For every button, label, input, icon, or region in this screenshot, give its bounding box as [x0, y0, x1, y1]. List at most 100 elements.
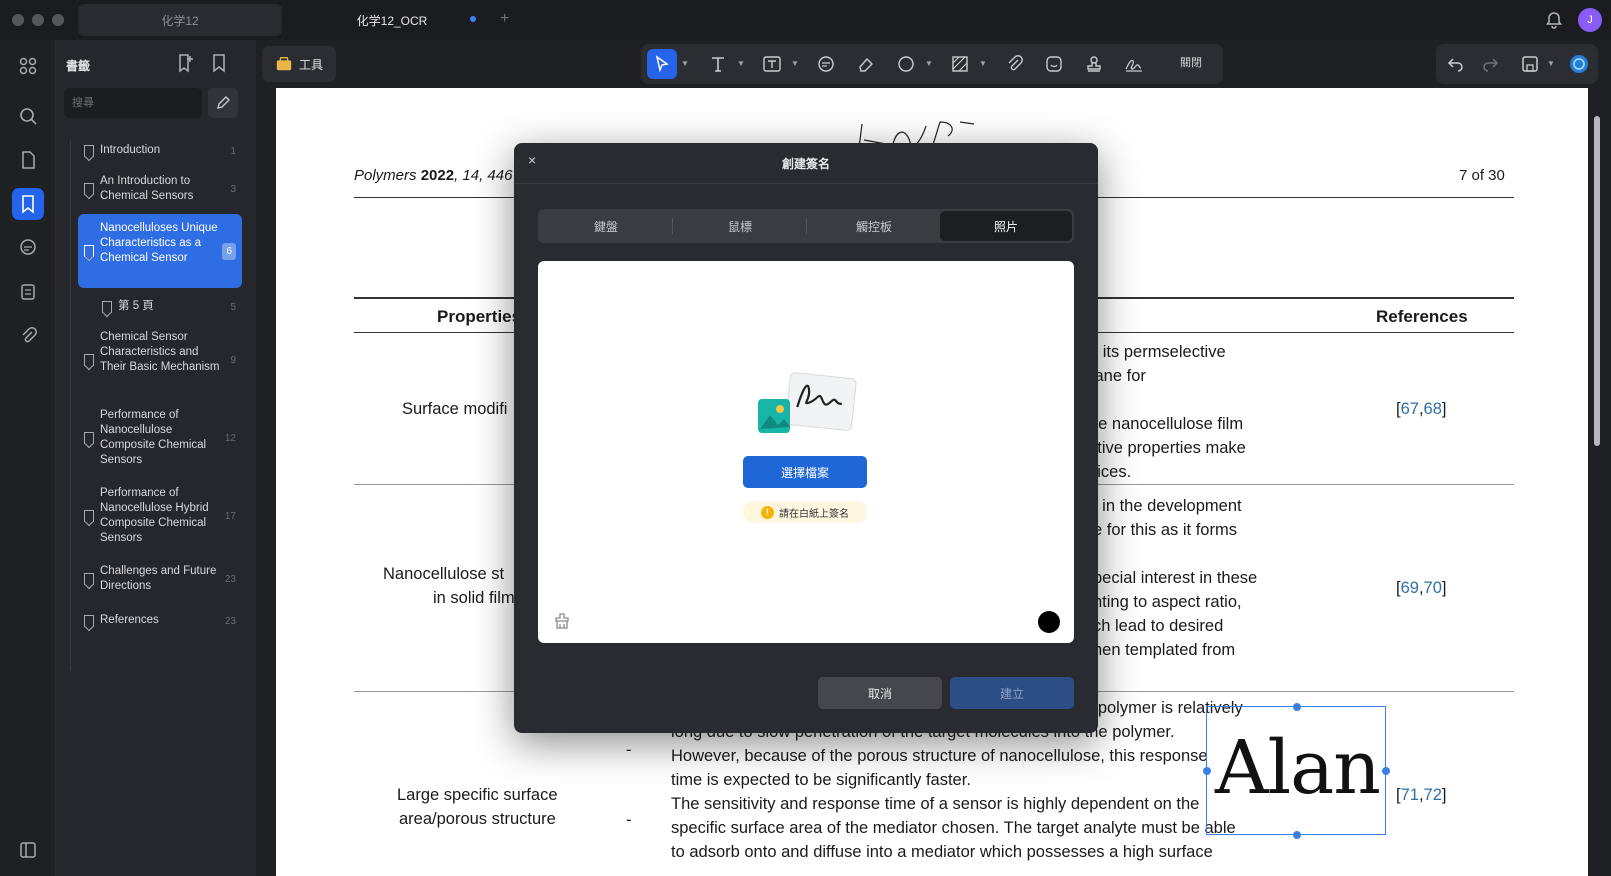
cursor-icon [655, 55, 669, 73]
choose-file-button[interactable]: 選擇檔案 [743, 456, 867, 488]
text-tool[interactable] [703, 49, 733, 79]
redo-icon[interactable] [1480, 54, 1500, 74]
cancel-button[interactable]: 取消 [818, 677, 942, 709]
bookmark-item-child[interactable]: 第 5 頁 5 [96, 296, 242, 318]
minimize-window-button[interactable] [32, 14, 44, 26]
stamp-tool[interactable] [1079, 49, 1109, 79]
tab-trackpad[interactable]: 觸控板 [808, 211, 940, 241]
tab-mouse[interactable]: 鼠標 [674, 211, 806, 241]
tab-document-ocr[interactable]: 化学12_OCR [292, 4, 492, 36]
select-tool[interactable] [647, 49, 677, 79]
citation-link[interactable]: 71 [1401, 786, 1419, 804]
textbox-tool[interactable] [757, 49, 787, 79]
note-tool[interactable] [811, 49, 841, 79]
bookmark-item[interactable]: Introduction 1 [78, 140, 242, 162]
attachment-icon[interactable] [12, 320, 44, 352]
row-text: t in the development e for this as it fo… [1093, 494, 1257, 662]
grid-icon[interactable] [12, 50, 44, 82]
close-toolbar-button[interactable]: 關閉 [1180, 54, 1202, 70]
bookmark-label: Introduction [100, 144, 161, 156]
sidebar-title: 書籤 [66, 59, 91, 73]
bookmark-page: 9 [230, 355, 236, 366]
resize-handle[interactable] [1382, 767, 1390, 775]
page-icon[interactable] [12, 144, 44, 176]
left-rail [0, 40, 56, 876]
citation-link[interactable]: 68 [1424, 400, 1442, 418]
tab-document[interactable]: 化学12 [78, 4, 282, 36]
chevron-down-icon[interactable]: ▼ [737, 59, 745, 68]
bookmark-item-selected[interactable]: Nanocelluloses Unique Characteristics as… [78, 214, 242, 288]
tools-button[interactable]: 工具 [262, 46, 336, 82]
citation-link[interactable]: 69 [1401, 579, 1419, 597]
bookmark-label: Nanocelluloses Unique Characteristics as… [100, 222, 218, 264]
bookmark-page: 12 [224, 433, 236, 444]
tree-guide [70, 140, 71, 670]
citation-link[interactable]: 70 [1424, 579, 1442, 597]
column-header-properties: Properties [437, 307, 522, 326]
journal-year: 2022 [420, 167, 455, 184]
text-line [1093, 542, 1257, 566]
resize-handle[interactable] [1203, 767, 1211, 775]
area-tool[interactable] [945, 49, 975, 79]
clear-icon[interactable] [552, 611, 572, 631]
bookmark-panel-icon[interactable] [12, 188, 44, 220]
citation-link[interactable]: 72 [1424, 786, 1442, 804]
bookmark-icon [84, 145, 94, 157]
bookmark-item[interactable]: An Introduction to Chemical Sensors 3 [78, 172, 242, 206]
resize-handle[interactable] [1293, 703, 1301, 711]
chevron-down-icon[interactable]: ▼ [681, 59, 689, 68]
attach-tool[interactable] [999, 49, 1029, 79]
bookmark-item[interactable]: Performance of Nanocellulose Hybrid Comp… [78, 484, 242, 548]
bookmark-item[interactable]: Chemical Sensor Characteristics and Thei… [78, 328, 242, 392]
row-references: [67,68] [1396, 400, 1447, 418]
create-button[interactable]: 建立 [950, 677, 1074, 709]
bookmark-label: Chemical Sensor Characteristics and Thei… [100, 331, 220, 373]
chevron-down-icon[interactable]: ▼ [925, 59, 933, 68]
text-line: to adsorb onto and diffuse into a mediat… [671, 843, 1213, 861]
text-line: nting to aspect ratio, [1093, 593, 1242, 611]
tab-keyboard[interactable]: 鍵盤 [540, 211, 672, 241]
bell-icon[interactable] [1544, 10, 1564, 30]
app-window: 化学12 化学12_OCR + J 書籤 搜尋 Introduction 1 A… [0, 0, 1611, 876]
edit-bookmarks-button[interactable] [208, 88, 238, 118]
comment-icon[interactable] [12, 232, 44, 264]
tab-label: 化学12_OCR [356, 13, 428, 28]
row-references: [71,72] [1396, 786, 1447, 804]
bookmark-icon[interactable] [208, 52, 230, 74]
tab-photo[interactable]: 照片 [940, 211, 1072, 241]
hint-badge: ! 請在白紙上簽名 [743, 501, 867, 523]
running-header: Polymers 2022, 14, 446 [354, 167, 513, 184]
citation-link[interactable]: 67 [1401, 400, 1419, 418]
toggle-sidebar-icon[interactable] [18, 840, 38, 860]
save-icon[interactable] [1520, 54, 1540, 74]
signature-canvas[interactable]: 選擇檔案 ! 請在白紙上簽名 [538, 261, 1074, 643]
resize-handle[interactable] [1293, 831, 1301, 839]
row-property-line2: area/porous structure [399, 810, 556, 828]
row-property: Large specific surface [397, 786, 558, 804]
bookmark-item[interactable]: Performance of Nanocellulose Composite C… [78, 406, 242, 470]
bookmark-item[interactable]: References 23 [78, 610, 242, 632]
chevron-down-icon[interactable]: ▼ [979, 59, 987, 68]
history-toolbar: ▼ [1436, 44, 1598, 84]
close-window-button[interactable] [12, 14, 24, 26]
chevron-down-icon[interactable]: ▼ [791, 59, 799, 68]
shape-tool[interactable] [891, 49, 921, 79]
signature-tool[interactable] [1119, 49, 1149, 79]
bookmark-search-input[interactable] [64, 88, 202, 118]
sticker-tool[interactable] [1039, 49, 1069, 79]
eraser-tool[interactable] [851, 49, 881, 79]
bookmark-item[interactable]: Challenges and Future Directions 23 [78, 562, 242, 596]
zoom-window-button[interactable] [52, 14, 64, 26]
undo-icon[interactable] [1446, 54, 1466, 74]
avatar[interactable]: J [1578, 8, 1602, 32]
pen-color-picker[interactable] [1038, 611, 1060, 633]
add-bookmark-icon[interactable] [174, 52, 196, 74]
form-icon[interactable] [12, 276, 44, 308]
chevron-down-icon[interactable]: ▼ [1547, 59, 1555, 68]
scrollbar[interactable] [1594, 116, 1600, 446]
ai-assistant-icon[interactable] [1568, 53, 1590, 75]
new-tab-button[interactable]: + [500, 10, 509, 28]
eraser-icon [859, 57, 873, 72]
search-icon[interactable] [12, 100, 44, 132]
signature-annotation[interactable]: Alan [1203, 703, 1390, 839]
